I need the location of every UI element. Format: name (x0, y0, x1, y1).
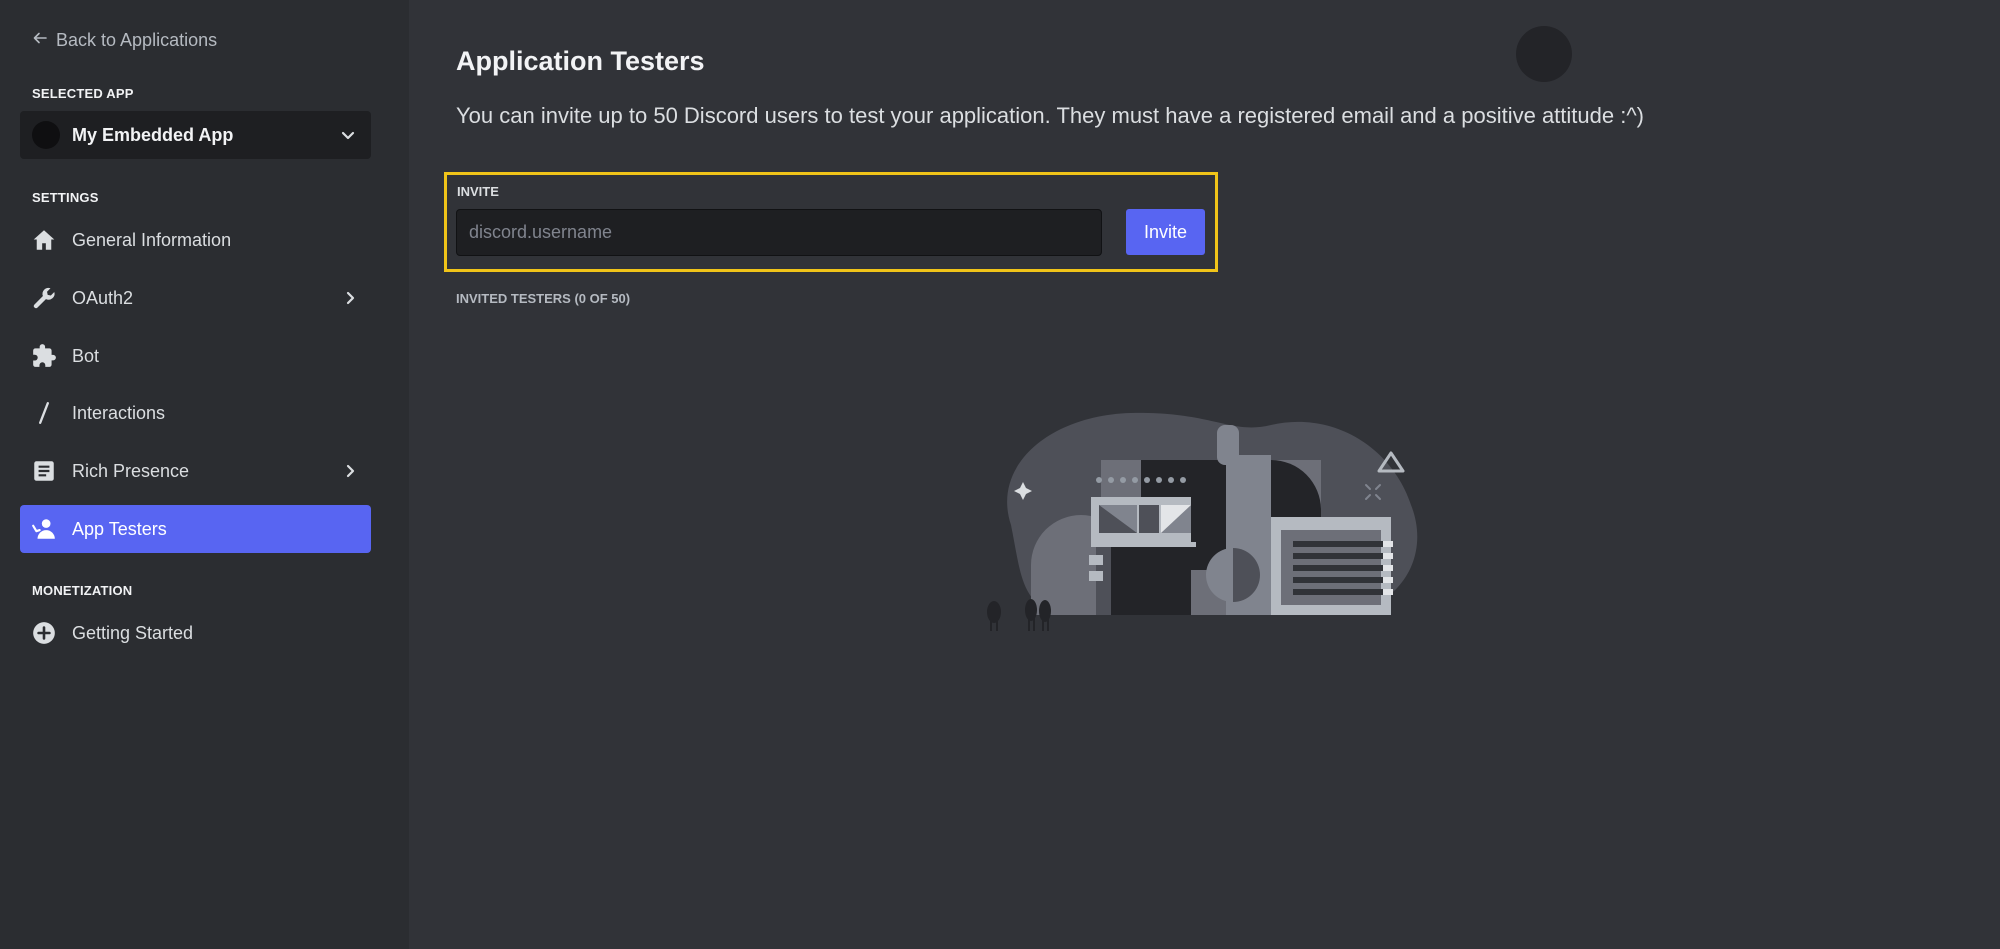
sidebar-item-label: Getting Started (72, 622, 194, 643)
sidebar-item-label: General Information (72, 229, 232, 250)
back-link-label: Back to Applications (56, 30, 218, 50)
user-avatar[interactable] (1516, 26, 1572, 82)
sidebar-item-app-testers[interactable]: App Testers (20, 505, 371, 553)
sidebar-item-label: Rich Presence (72, 460, 190, 481)
slash-icon (30, 399, 58, 427)
invite-username-input[interactable] (456, 209, 1102, 256)
sidebar-item-label: Bot (72, 345, 100, 366)
app-selector-dropdown[interactable]: My Embedded App (20, 111, 371, 159)
sidebar-item-rich-presence[interactable]: Rich Presence (20, 447, 371, 495)
invite-button[interactable]: Invite (1126, 209, 1205, 255)
arrow-left-icon (32, 30, 48, 51)
page-title: Application Testers (456, 46, 705, 76)
sidebar-item-label: OAuth2 (72, 287, 134, 308)
puzzle-icon (30, 342, 58, 370)
chevron-right-icon (341, 289, 359, 307)
page-description: You can invite up to 50 Discord users to… (456, 103, 1644, 128)
app-selector-label: My Embedded App (72, 124, 234, 145)
invite-label: INVITE (457, 184, 499, 199)
sidebar-item-label: Interactions (72, 402, 166, 423)
wrench-icon (30, 284, 58, 312)
app-window: Back to Applications SELECTED APP My Emb… (0, 0, 2000, 949)
person-wave-icon (30, 515, 58, 543)
empty-state-illustration (987, 412, 1418, 631)
document-icon (30, 457, 58, 485)
invited-testers-heading: INVITED TESTERS (0 OF 50) (456, 291, 631, 306)
back-to-applications-link[interactable]: Back to Applications (32, 30, 217, 51)
app-avatar (32, 121, 60, 149)
plus-circle-icon (30, 619, 58, 647)
sidebar: Back to Applications SELECTED APP My Emb… (0, 0, 409, 949)
sidebar-item-general-information[interactable]: General Information (20, 216, 371, 264)
settings-heading: SETTINGS (32, 190, 99, 205)
home-icon (30, 226, 58, 254)
monetization-heading: MONETIZATION (32, 583, 133, 598)
chevron-down-icon (339, 126, 357, 144)
sidebar-item-bot[interactable]: Bot (20, 332, 371, 380)
selected-app-heading: SELECTED APP (32, 86, 134, 101)
chevron-right-icon (341, 462, 359, 480)
invite-section: INVITE Invite (444, 172, 1218, 272)
main-content: Application Testers You can invite up to… (409, 0, 2000, 949)
sidebar-item-interactions[interactable]: Interactions (20, 389, 371, 437)
sidebar-item-getting-started[interactable]: Getting Started (20, 609, 371, 657)
sidebar-item-label: App Testers (72, 518, 167, 539)
sidebar-item-oauth2[interactable]: OAuth2 (20, 274, 371, 322)
